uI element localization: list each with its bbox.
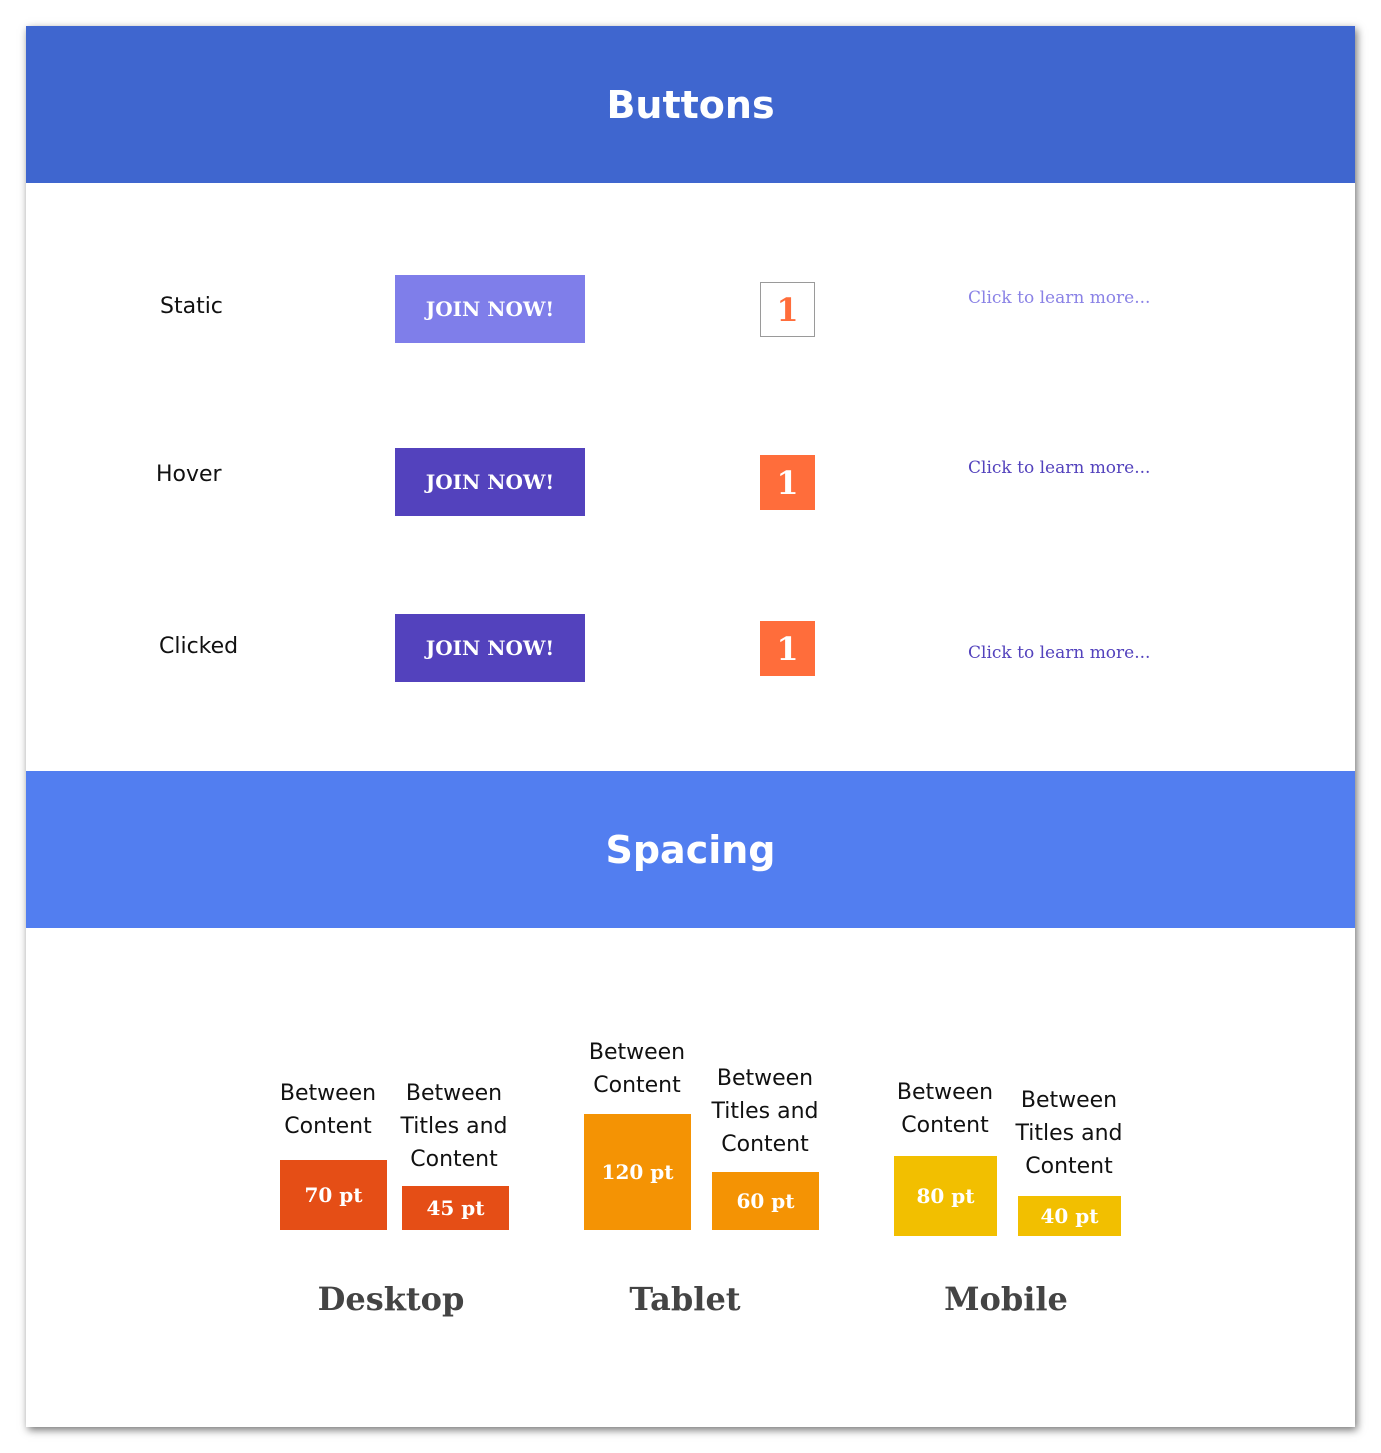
- page-number-static[interactable]: 1: [760, 282, 815, 337]
- join-now-button-hover[interactable]: JOIN NOW!: [395, 448, 585, 516]
- desktop-between-titles-label: Between Titles and Content: [400, 1081, 508, 1172]
- desktop-between-titles-box: 45 pt: [402, 1186, 509, 1230]
- desktop-between-content-label: Between Content: [279, 1081, 377, 1139]
- device-label-tablet: Tablet: [629, 1280, 741, 1318]
- tablet-between-titles-label: Between Titles and Content: [711, 1066, 819, 1157]
- tablet-between-content-label: Between Content: [588, 1040, 686, 1098]
- state-label-static: Static: [160, 294, 223, 319]
- tablet-between-content-box: 120 pt: [584, 1114, 691, 1230]
- mobile-between-titles-label: Between Titles and Content: [1015, 1088, 1123, 1179]
- mobile-between-titles-box: 40 pt: [1018, 1196, 1121, 1236]
- learn-more-link-static[interactable]: Click to learn more...: [968, 288, 1150, 308]
- device-label-mobile: Mobile: [944, 1280, 1068, 1318]
- join-now-button-static[interactable]: JOIN NOW!: [395, 275, 585, 343]
- page-number-clicked[interactable]: 1: [760, 621, 815, 676]
- join-now-button-clicked[interactable]: JOIN NOW!: [395, 614, 585, 682]
- tablet-between-titles-box: 60 pt: [712, 1172, 819, 1230]
- device-label-desktop: Desktop: [317, 1280, 465, 1318]
- mobile-between-content-box: 80 pt: [894, 1156, 997, 1236]
- mobile-between-content-label: Between Content: [896, 1080, 994, 1138]
- desktop-between-content-box: 70 pt: [280, 1160, 387, 1230]
- state-label-hover: Hover: [156, 462, 222, 487]
- buttons-section-header: Buttons: [26, 26, 1355, 183]
- buttons-section-title: Buttons: [606, 82, 775, 127]
- page-number-hover[interactable]: 1: [760, 455, 815, 510]
- state-label-clicked: Clicked: [159, 634, 239, 659]
- spacing-section-header: Spacing: [26, 771, 1355, 928]
- learn-more-link-hover[interactable]: Click to learn more...: [968, 458, 1150, 478]
- learn-more-link-clicked[interactable]: Click to learn more...: [968, 643, 1150, 663]
- style-guide-card: Buttons Static JOIN NOW! 1 Click to lear…: [26, 26, 1355, 1427]
- spacing-section-title: Spacing: [605, 827, 776, 872]
